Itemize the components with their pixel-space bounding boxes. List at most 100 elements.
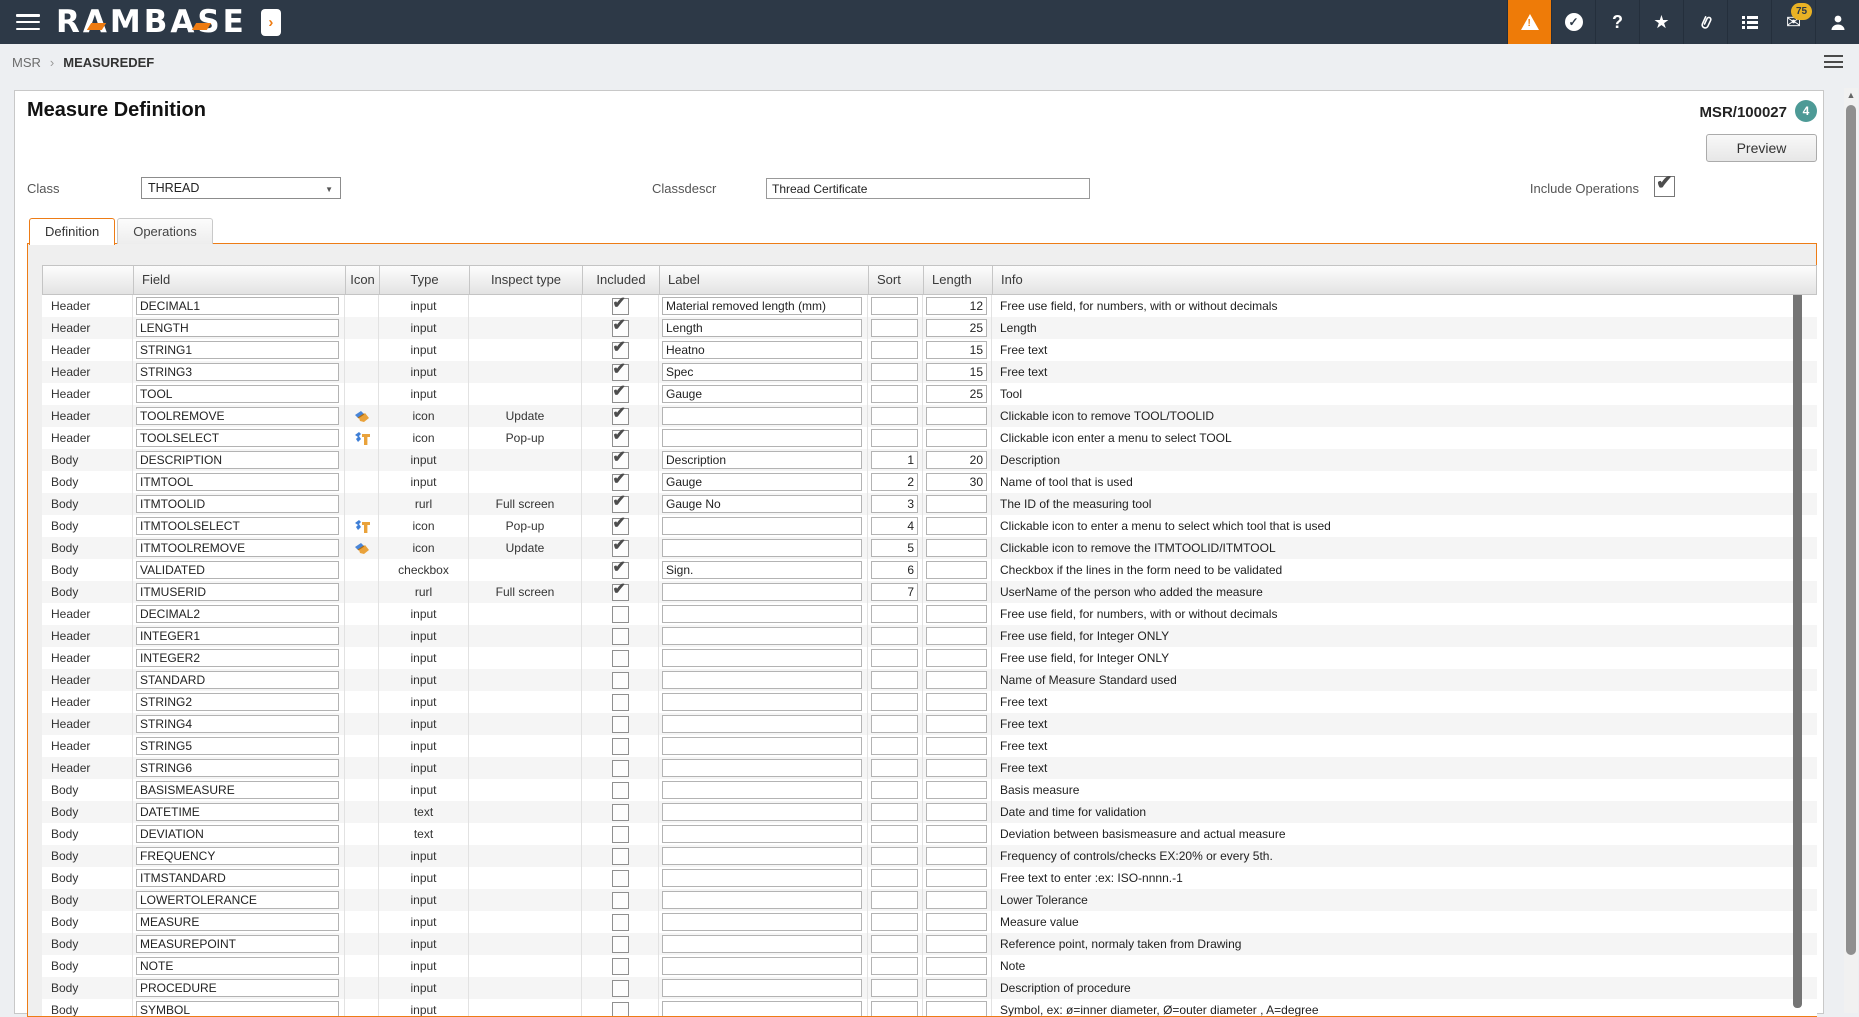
page-scrollbar-thumb[interactable] xyxy=(1846,105,1856,955)
sort-input[interactable] xyxy=(871,891,918,909)
field-input[interactable] xyxy=(136,781,339,799)
field-input[interactable] xyxy=(136,715,339,733)
field-input[interactable] xyxy=(136,825,339,843)
label-input[interactable] xyxy=(662,935,862,953)
label-input[interactable] xyxy=(662,759,862,777)
label-input[interactable] xyxy=(662,605,862,623)
sort-input[interactable] xyxy=(871,473,918,491)
length-input[interactable] xyxy=(926,737,987,755)
length-input[interactable] xyxy=(926,407,987,425)
sort-input[interactable] xyxy=(871,979,918,997)
field-input[interactable] xyxy=(136,803,339,821)
included-checkbox[interactable] xyxy=(612,364,629,381)
included-checkbox[interactable] xyxy=(612,936,629,953)
length-input[interactable] xyxy=(926,913,987,931)
sort-input[interactable] xyxy=(871,627,918,645)
length-input[interactable] xyxy=(926,341,987,359)
sort-input[interactable] xyxy=(871,341,918,359)
brush-tool-icon[interactable] xyxy=(345,405,379,427)
label-input[interactable] xyxy=(662,715,862,733)
sort-input[interactable] xyxy=(871,605,918,623)
field-input[interactable] xyxy=(136,935,339,953)
sort-input[interactable] xyxy=(871,495,918,513)
length-input[interactable] xyxy=(926,671,987,689)
label-input[interactable] xyxy=(662,913,862,931)
select-tool-icon[interactable] xyxy=(345,427,379,449)
field-input[interactable] xyxy=(136,693,339,711)
field-input[interactable] xyxy=(136,319,339,337)
sort-input[interactable] xyxy=(871,1001,918,1016)
included-checkbox[interactable] xyxy=(612,738,629,755)
field-input[interactable] xyxy=(136,495,339,513)
included-checkbox[interactable] xyxy=(612,628,629,645)
included-checkbox[interactable] xyxy=(612,320,629,337)
label-input[interactable] xyxy=(662,693,862,711)
length-input[interactable] xyxy=(926,847,987,865)
label-input[interactable] xyxy=(662,473,862,491)
included-checkbox[interactable] xyxy=(612,650,629,667)
label-input[interactable] xyxy=(662,385,862,403)
included-checkbox[interactable] xyxy=(612,452,629,469)
expand-nav-button[interactable]: › xyxy=(261,9,281,36)
scroll-up-icon[interactable]: ▲ xyxy=(1844,88,1858,103)
included-checkbox[interactable] xyxy=(612,562,629,579)
label-input[interactable] xyxy=(662,363,862,381)
length-input[interactable] xyxy=(926,297,987,315)
label-input[interactable] xyxy=(662,319,862,337)
included-checkbox[interactable] xyxy=(612,958,629,975)
sort-input[interactable] xyxy=(871,869,918,887)
alert-icon[interactable]: ! xyxy=(1507,0,1551,44)
label-input[interactable] xyxy=(662,825,862,843)
field-input[interactable] xyxy=(136,517,339,535)
sort-input[interactable] xyxy=(871,429,918,447)
verified-badge-icon[interactable]: ✓ xyxy=(1551,0,1595,44)
label-input[interactable] xyxy=(662,429,862,447)
field-input[interactable] xyxy=(136,979,339,997)
label-input[interactable] xyxy=(662,627,862,645)
sort-input[interactable] xyxy=(871,957,918,975)
sort-input[interactable] xyxy=(871,363,918,381)
length-input[interactable] xyxy=(926,473,987,491)
included-checkbox[interactable] xyxy=(612,716,629,733)
field-input[interactable] xyxy=(136,473,339,491)
length-input[interactable] xyxy=(926,759,987,777)
field-input[interactable] xyxy=(136,627,339,645)
table-scrollbar-thumb[interactable] xyxy=(1793,283,1802,1008)
included-checkbox[interactable] xyxy=(612,496,629,513)
field-input[interactable] xyxy=(136,759,339,777)
sort-input[interactable] xyxy=(871,407,918,425)
sort-input[interactable] xyxy=(871,913,918,931)
label-input[interactable] xyxy=(662,341,862,359)
label-input[interactable] xyxy=(662,803,862,821)
length-input[interactable] xyxy=(926,363,987,381)
sort-input[interactable] xyxy=(871,517,918,535)
length-input[interactable] xyxy=(926,715,987,733)
class-select[interactable]: THREAD ▼ xyxy=(141,177,341,199)
included-checkbox[interactable] xyxy=(612,826,629,843)
label-input[interactable] xyxy=(662,671,862,689)
field-input[interactable] xyxy=(136,341,339,359)
label-input[interactable] xyxy=(662,649,862,667)
included-checkbox[interactable] xyxy=(612,1002,629,1017)
field-input[interactable] xyxy=(136,451,339,469)
length-input[interactable] xyxy=(926,495,987,513)
page-menu-icon[interactable] xyxy=(1824,55,1843,68)
mail-icon[interactable]: ✉ 75 xyxy=(1771,0,1815,44)
included-checkbox[interactable] xyxy=(612,980,629,997)
length-input[interactable] xyxy=(926,649,987,667)
sort-input[interactable] xyxy=(871,297,918,315)
length-input[interactable] xyxy=(926,957,987,975)
length-input[interactable] xyxy=(926,869,987,887)
label-input[interactable] xyxy=(662,979,862,997)
list-icon[interactable] xyxy=(1727,0,1771,44)
field-input[interactable] xyxy=(136,407,339,425)
sort-input[interactable] xyxy=(871,649,918,667)
included-checkbox[interactable] xyxy=(612,804,629,821)
label-input[interactable] xyxy=(662,407,862,425)
label-input[interactable] xyxy=(662,957,862,975)
sort-input[interactable] xyxy=(871,451,918,469)
included-checkbox[interactable] xyxy=(612,298,629,315)
label-input[interactable] xyxy=(662,583,862,601)
label-input[interactable] xyxy=(662,847,862,865)
label-input[interactable] xyxy=(662,561,862,579)
